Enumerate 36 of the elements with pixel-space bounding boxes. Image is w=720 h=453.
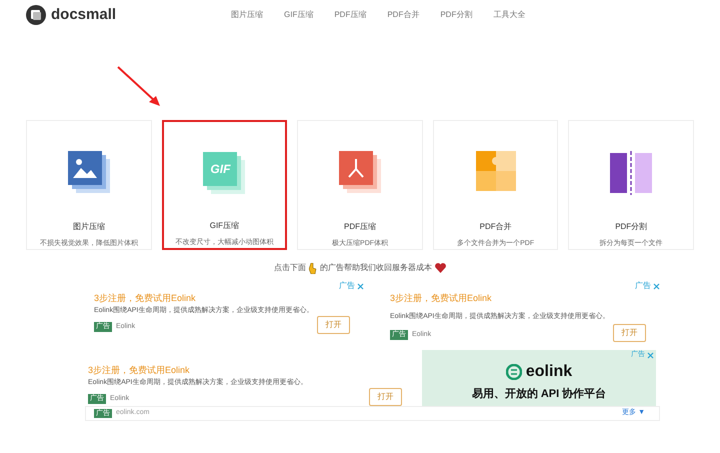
nav-link[interactable]: GIF压缩 (284, 9, 314, 21)
logo-text[interactable]: docsmall (51, 4, 116, 26)
close-icon[interactable] (653, 282, 660, 290)
ad-title[interactable]: 3步注册，免费试用Eolink (94, 292, 364, 305)
puzzle-icon (476, 151, 516, 191)
banner-logo-text: eolink (526, 362, 572, 382)
logo-icon (26, 5, 46, 25)
hand-icon (309, 262, 317, 274)
nav-link[interactable]: 图片压缩 (231, 9, 263, 21)
heart-icon (435, 263, 446, 273)
nav-link[interactable]: 工具大全 (493, 9, 526, 21)
ad-label[interactable]: 广告 (635, 280, 651, 292)
tool-title: PDF分割 (615, 220, 648, 232)
tool-title: 图片压缩 (72, 220, 105, 232)
ad-title[interactable]: 3步注册，免费试用Eolink (390, 292, 660, 305)
ad-title[interactable]: 3步注册，免费试用Eolink (88, 364, 416, 377)
arrow (116, 65, 162, 107)
tool-title: PDF压缩 (344, 220, 376, 232)
close-icon[interactable] (357, 282, 364, 290)
nav-link[interactable]: PDF压缩 (334, 9, 366, 21)
notice-text: 的广告帮助我们收回服务器成本 (320, 262, 432, 274)
split-page-icon (610, 151, 652, 195)
ad-label[interactable]: 广告 (339, 280, 355, 292)
nav-link[interactable]: PDF分割 (440, 9, 472, 21)
image-icon (68, 151, 110, 195)
open-button[interactable]: 打开 (369, 388, 402, 406)
nav-link[interactable]: PDF合并 (387, 9, 420, 21)
banner-slogan: 易用、开放的 API 协作平台 (472, 386, 606, 402)
notice-text: 点击下面 (274, 262, 306, 274)
pdf-file-icon (339, 151, 382, 195)
eolink-logo-icon (506, 364, 522, 380)
tool-title: PDF合并 (480, 220, 512, 232)
open-button[interactable]: 打开 (613, 324, 646, 342)
tool-title: GIF压缩 (210, 220, 240, 232)
open-button[interactable]: 打开 (317, 316, 350, 334)
close-icon[interactable] (647, 352, 654, 359)
